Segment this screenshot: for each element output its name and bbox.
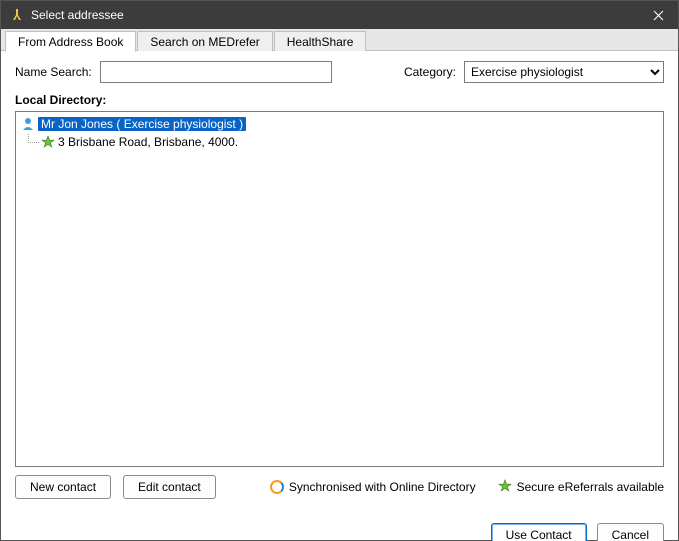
- edit-contact-button[interactable]: Edit contact: [123, 475, 216, 499]
- sync-icon: [270, 480, 284, 494]
- name-search-input[interactable]: [100, 61, 332, 83]
- legend-synchronised: Synchronised with Online Directory: [270, 480, 476, 494]
- tab-strip: From Address Book Search on MEDrefer Hea…: [1, 29, 678, 51]
- use-contact-button[interactable]: Use Contact: [491, 523, 587, 541]
- person-icon: [20, 116, 36, 132]
- category-select[interactable]: Exercise physiologist: [464, 61, 664, 83]
- name-search-label: Name Search:: [15, 65, 92, 79]
- star-icon: [40, 134, 56, 150]
- app-icon: [9, 7, 25, 23]
- tab-from-address-book[interactable]: From Address Book: [5, 31, 136, 52]
- cancel-button[interactable]: Cancel: [597, 523, 664, 541]
- window-title: Select addressee: [31, 8, 638, 22]
- contact-address: 3 Brisbane Road, Brisbane, 4000.: [58, 135, 238, 149]
- local-directory-heading: Local Directory:: [15, 93, 664, 107]
- local-directory-list[interactable]: Mr Jon Jones ( Exercise physiologist ) 3…: [15, 111, 664, 467]
- search-row: Name Search: Category: Exercise physiolo…: [15, 61, 664, 83]
- new-contact-button[interactable]: New contact: [15, 475, 111, 499]
- title-bar: Select addressee: [1, 1, 678, 29]
- contact-tree-item[interactable]: Mr Jon Jones ( Exercise physiologist ): [20, 116, 659, 132]
- dialog-footer: Use Contact Cancel: [1, 509, 678, 541]
- legend-row: New contact Edit contact Synchronised wi…: [15, 475, 664, 499]
- close-button[interactable]: [638, 1, 678, 29]
- category-label: Category:: [404, 65, 456, 79]
- contact-address-item[interactable]: 3 Brisbane Road, Brisbane, 4000.: [40, 134, 659, 150]
- tab-search-medrefer[interactable]: Search on MEDrefer: [137, 31, 272, 51]
- legend-secure-ereferrals: Secure eReferrals available: [498, 479, 664, 496]
- tab-healthshare[interactable]: HealthShare: [274, 31, 367, 51]
- star-icon: [498, 479, 512, 496]
- contact-name: Mr Jon Jones ( Exercise physiologist ): [38, 117, 246, 131]
